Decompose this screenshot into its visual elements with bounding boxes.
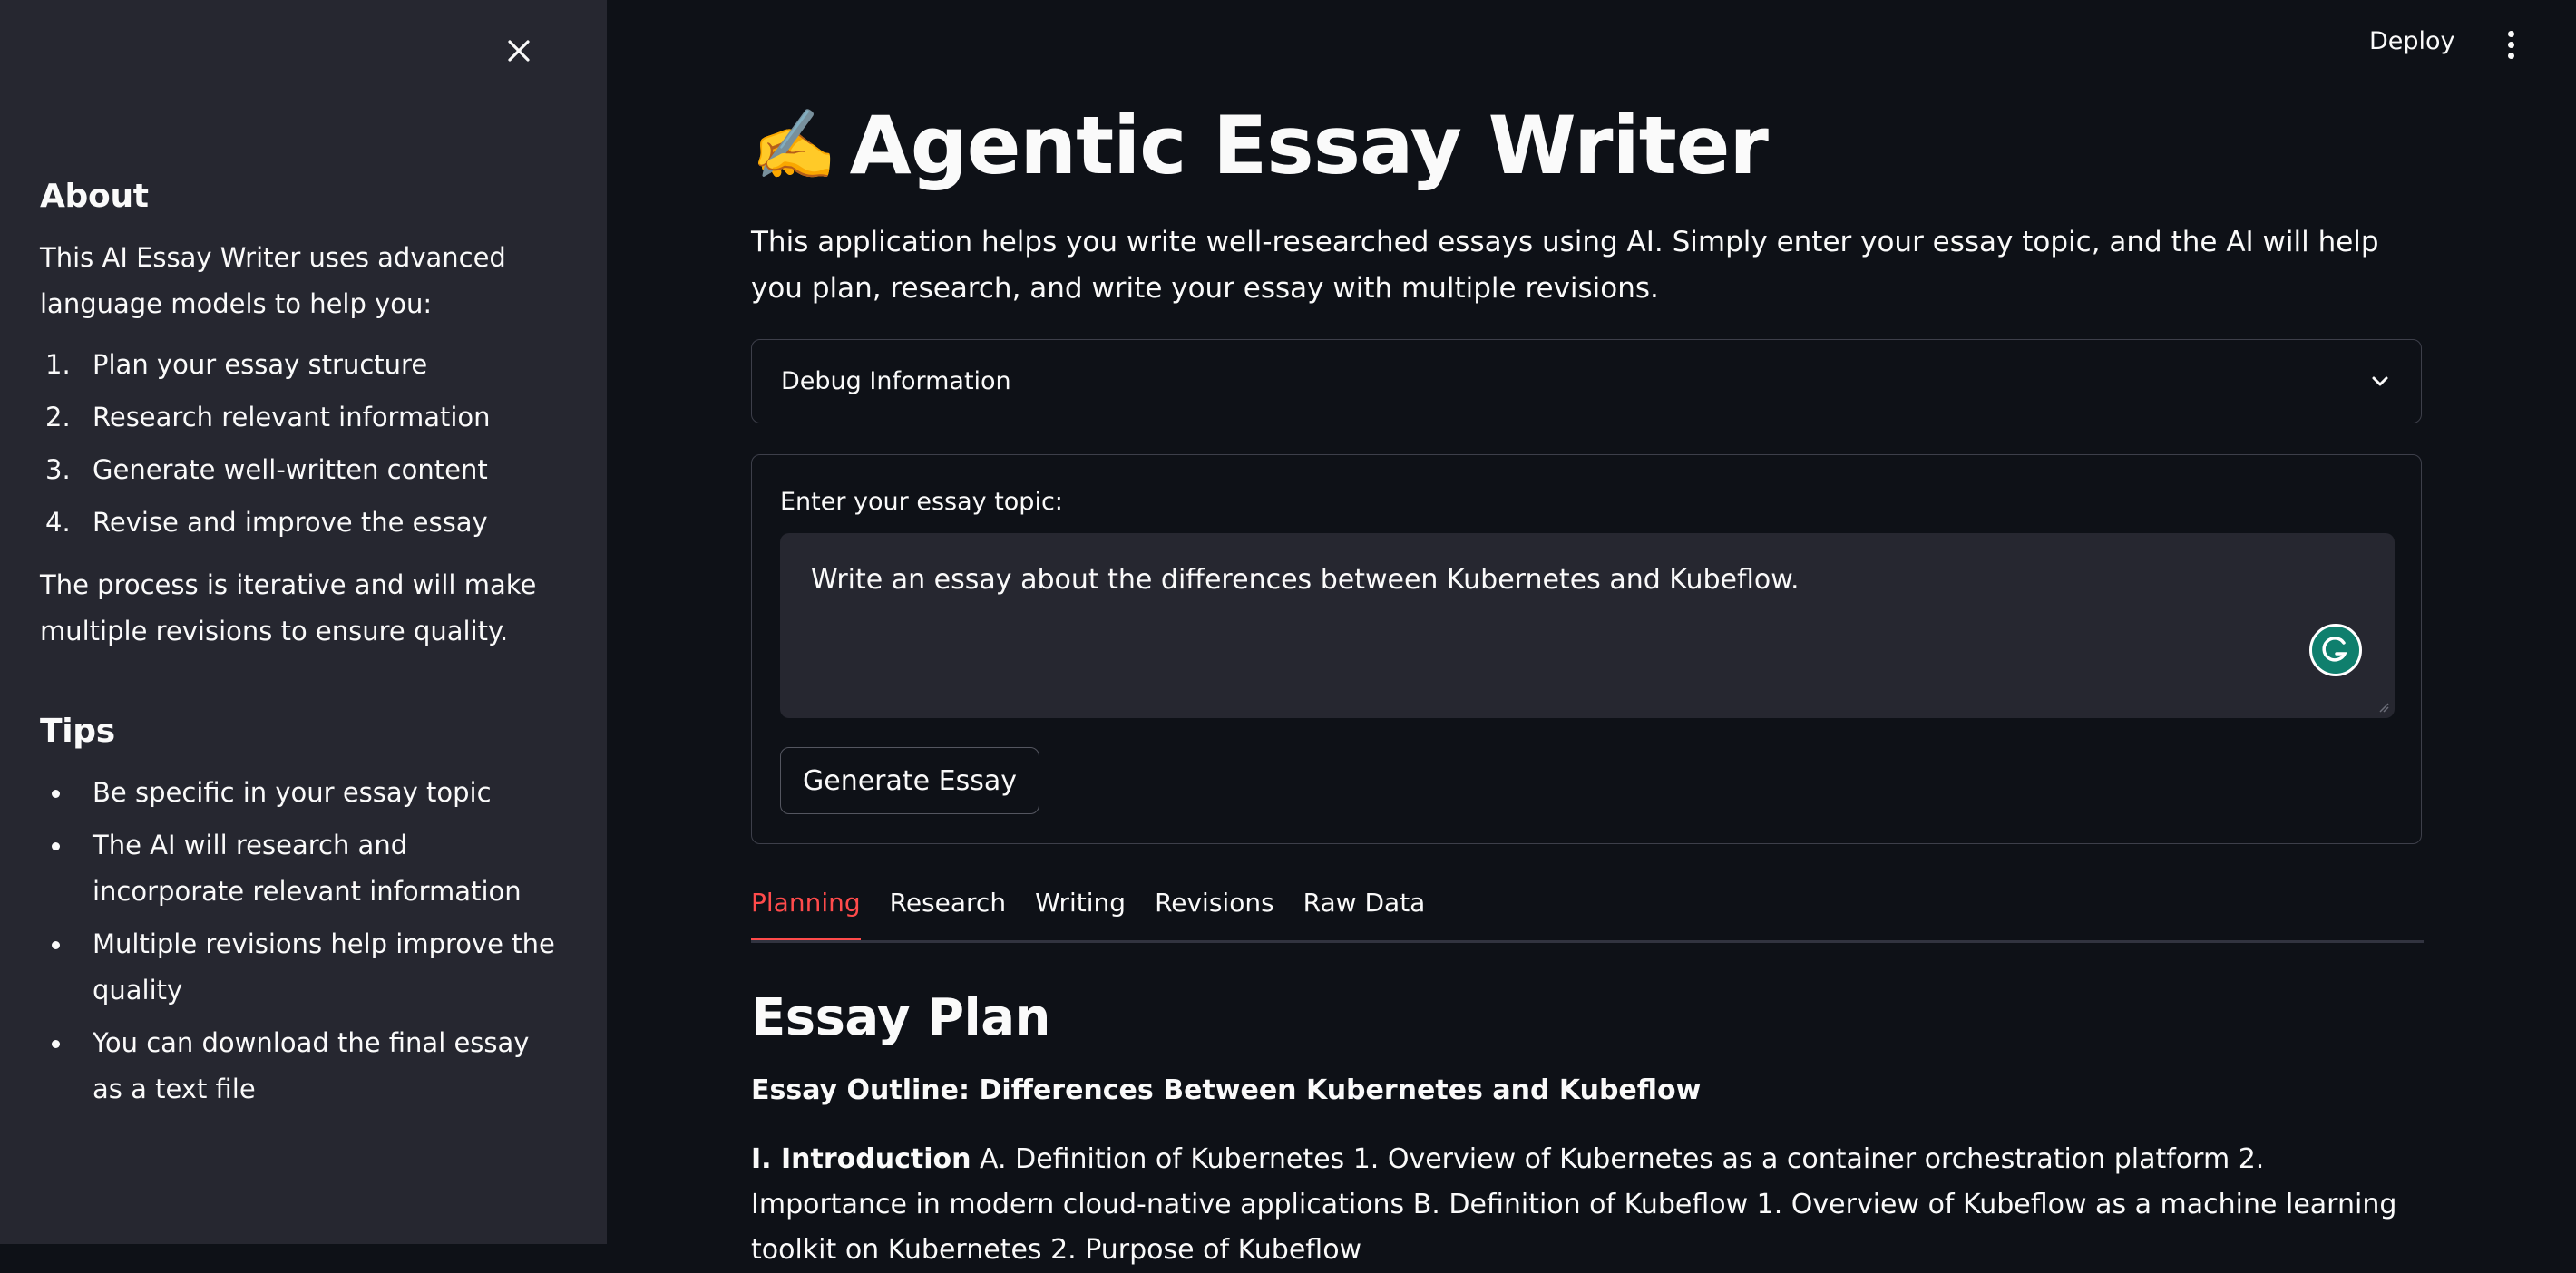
app-description: This application helps you write well-re… [751,226,2379,305]
tab-raw-data[interactable]: Raw Data [1303,888,1426,940]
debug-expander-label: Debug Information [781,367,1011,395]
chevron-down-icon [2372,376,2388,385]
topic-value: Write an essay about the differences bet… [811,564,1800,596]
writing-hand-icon: ✍️ [751,104,837,185]
kebab-menu-icon[interactable] [2498,31,2523,63]
bullet-icon [52,842,60,850]
tab-bar: Planning Research Writing Revisions Raw … [751,888,2424,943]
about-heading: About [40,178,149,215]
list-item: 4. Revise and improve the essay [45,507,488,538]
outline-body: I. Introduction A. Definition of Kuberne… [751,1137,2424,1273]
bullet-icon [52,941,60,949]
tab-research[interactable]: Research [890,888,1006,940]
steps-list: 1. Plan your essay structure 2. Research r… [40,342,566,546]
list-item: You can download the final essay as a te… [40,1020,566,1113]
outline-title: Essay Outline: Differences Between Kuber… [751,1074,1702,1106]
page-title-text: Agentic Essay Writer [849,98,1769,192]
sidebar: About This AI Essay Writer uses advanced… [0,0,607,1244]
bullet-icon [52,1040,60,1048]
essay-form: Enter your essay topic: Write an essay a… [751,454,2422,844]
essay-plan-heading: Essay Plan [751,988,1050,1047]
sidebar-content: About This AI Essay Writer uses advanced… [40,178,566,1129]
list-item: 1. Plan your essay structure [45,349,428,380]
about-text: This AI Essay Writer uses advanced langu… [40,242,506,319]
page-title: ✍️ Agentic Essay Writer [751,91,2424,199]
list-item: Multiple revisions help improve the qual… [40,921,566,1014]
debug-expander[interactable]: Debug Information [751,339,2422,423]
deploy-button[interactable]: Deploy [2369,27,2455,55]
tips-heading: Tips [40,713,115,750]
main-content: ✍️ Agentic Essay Writer This application… [751,91,2424,1273]
list-item: 3. Generate well-written content [45,454,488,485]
generate-essay-button[interactable]: Generate Essay [780,747,1040,814]
tab-planning[interactable]: Planning [751,888,861,940]
topic-textarea[interactable]: Write an essay about the differences bet… [780,533,2395,718]
process-text: The process is iterative and will make m… [40,569,537,646]
list-item: 2. Research relevant information [45,402,491,432]
close-icon [508,40,530,62]
bullet-icon [52,790,60,798]
tips-list: Be specific in your essay topic The AI w… [40,770,566,1113]
list-item: Be specific in your essay topic [40,770,566,816]
list-item: The AI will research and incorporate rel… [40,822,566,915]
tab-revisions[interactable]: Revisions [1155,888,1274,940]
outline-section-heading: I. Introduction [751,1143,971,1175]
outline-section-text: A. Definition of Kubernetes 1. Overview … [751,1143,2397,1266]
resize-handle-icon[interactable] [2378,702,2389,713]
close-sidebar-button[interactable] [503,34,535,67]
topic-label: Enter your essay topic: [780,488,1063,516]
grammarly-icon[interactable] [2309,624,2362,676]
tab-writing[interactable]: Writing [1035,888,1126,940]
